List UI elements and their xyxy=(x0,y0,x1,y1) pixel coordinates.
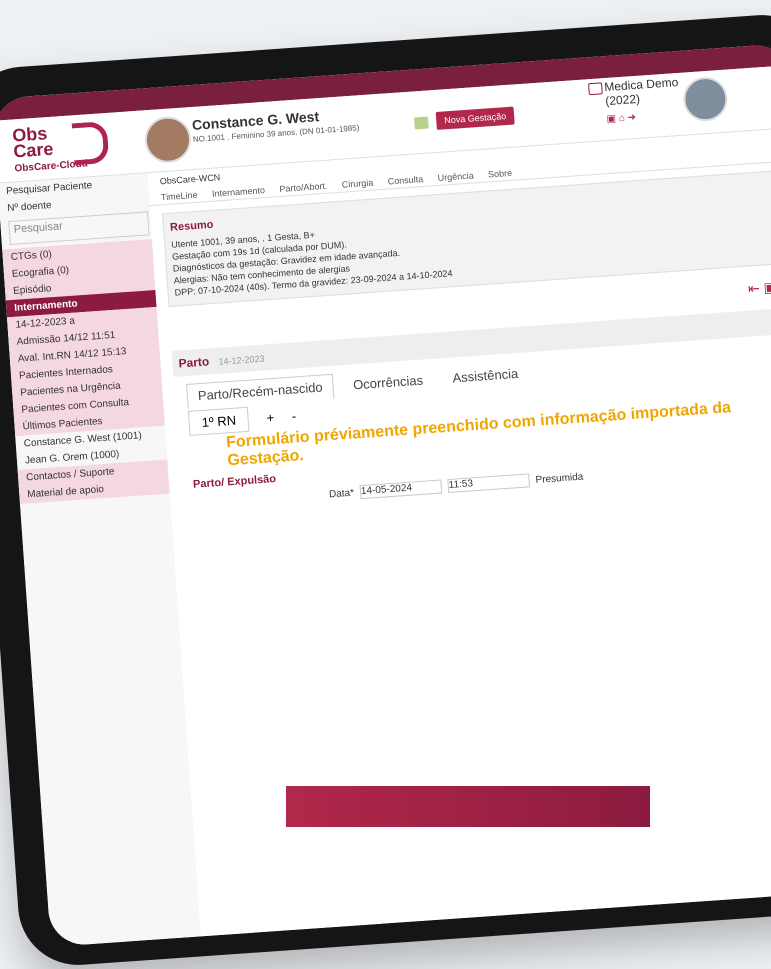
new-gestation-button[interactable]: Nova Gestação xyxy=(435,106,515,130)
tab-urgencia[interactable]: Urgência xyxy=(437,171,474,183)
label-presumida[interactable]: Presumida xyxy=(535,471,583,485)
tab-timeline[interactable]: TimeLine xyxy=(161,190,198,203)
logo: Obs Care ObsCare-Cloud xyxy=(12,120,125,174)
parto-title: Parto xyxy=(178,354,210,371)
doctor-tools-icons[interactable]: ▣ ⌂ ➜ xyxy=(606,112,636,125)
input-hora[interactable]: 11:53 xyxy=(447,473,531,494)
tab-consulta[interactable]: Consulta xyxy=(387,174,423,186)
bottom-banner xyxy=(286,786,650,827)
doctor-name: Medica Demo xyxy=(603,75,679,95)
tab-sobre[interactable]: Sobre xyxy=(488,168,513,180)
note-icon[interactable] xyxy=(414,116,429,130)
tab-cirurgia[interactable]: Cirurgia xyxy=(341,178,373,190)
rn-tab-add[interactable]: + xyxy=(266,410,275,425)
tab-internamento[interactable]: Internamento xyxy=(212,185,266,199)
parto-date: 14-12-2023 xyxy=(218,353,265,367)
subtab-assistencia[interactable]: Assistência xyxy=(442,361,529,390)
patient-avatar[interactable] xyxy=(143,115,193,165)
input-data[interactable]: 14-05-2024 xyxy=(359,479,443,500)
label-data: Data* xyxy=(328,487,355,500)
doctor-avatar[interactable] xyxy=(681,75,729,123)
doctor-year: (2022) xyxy=(604,91,641,109)
scene: Obs Care ObsCare-Cloud Constance G. West… xyxy=(0,0,771,969)
rn-tab-1[interactable]: 1º RN xyxy=(187,406,250,436)
subtab-parto[interactable]: Parto/Recém-nascido xyxy=(186,373,335,410)
subtab-ocorrencias[interactable]: Ocorrências xyxy=(342,368,433,397)
rn-tab-remove[interactable]: - xyxy=(291,408,296,423)
doctor-card-icon xyxy=(588,82,603,96)
tab-parto[interactable]: Parto/Abort. xyxy=(279,181,328,194)
